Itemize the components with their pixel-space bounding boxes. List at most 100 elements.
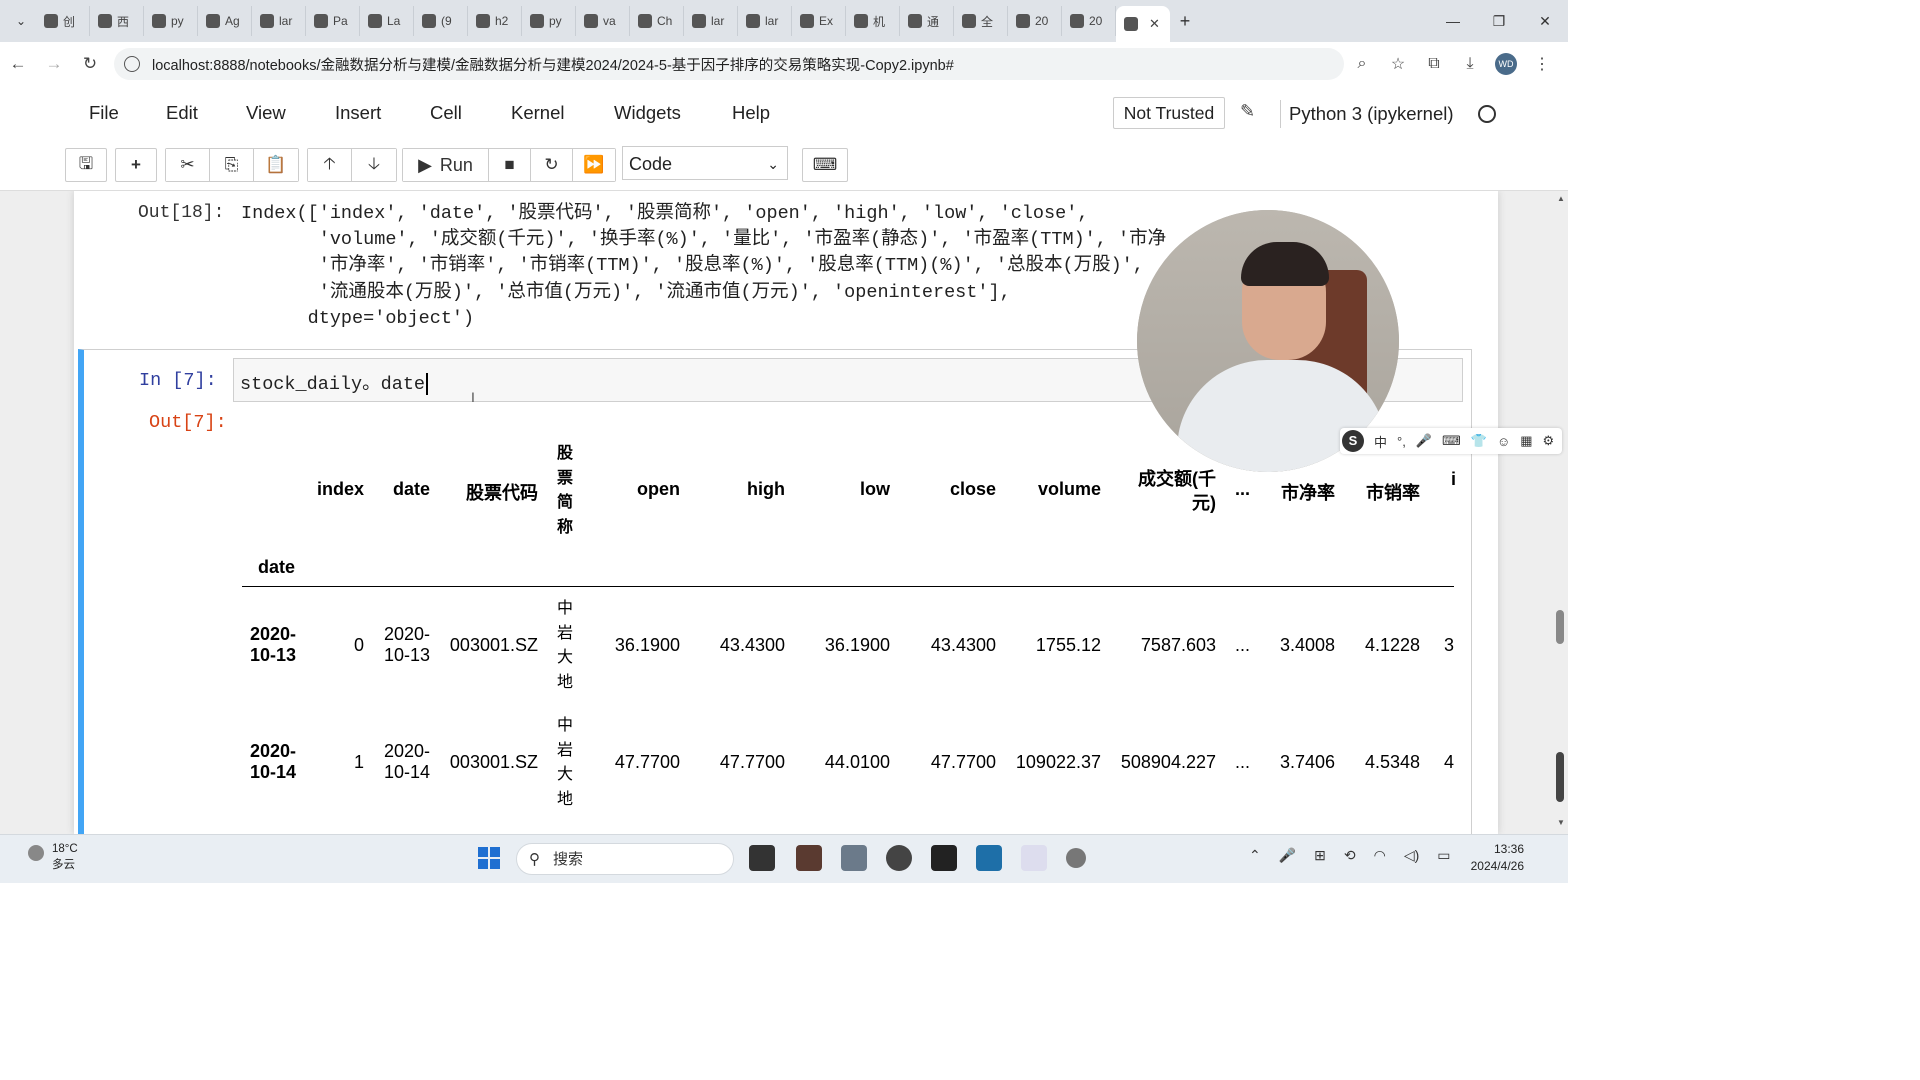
browser-tab[interactable]: 20 [1062,6,1116,36]
browser-tab[interactable]: py [522,6,576,36]
browser-tab[interactable]: 西 [90,6,144,36]
scroll-down-icon[interactable]: ▼ [1557,818,1565,827]
ime-toolbar[interactable]: S 中 °, 🎤 ⌨ 👕 ☺ ▦ ⚙ [1340,428,1562,454]
cell-name: 中岩大地 [556,600,573,691]
copy-icon[interactable]: ⎘ [210,149,254,181]
new-tab-button[interactable]: + [1170,11,1200,32]
tab-title: 20 [1089,14,1103,28]
wps-icon[interactable] [1021,845,1047,871]
keyboard-icon[interactable]: ⌨ [1442,433,1461,449]
url-field[interactable]: localhost:8888/notebooks/金融数据分析与建模/金融数据分… [114,48,1344,80]
browser-tab[interactable]: va [576,6,630,36]
browser-tab[interactable]: Ag [198,6,252,36]
back-icon[interactable]: ← [0,54,36,74]
menu-file[interactable]: File [89,102,119,124]
restart-icon[interactable]: ↻ [531,149,573,181]
vertical-scrollbar[interactable]: ▲ ▼ [1554,192,1566,832]
extensions-icon[interactable]: ⧉ [1416,55,1452,73]
cut-icon[interactable]: ✂ [166,149,210,181]
ime-lang-toggle[interactable]: 中 [1374,432,1387,451]
file-explorer-icon[interactable] [841,845,867,871]
command-palette-icon[interactable]: ⌨ [802,148,848,182]
browser-tab[interactable]: ✕ [1116,6,1170,42]
taskbar-app-icon[interactable] [749,845,775,871]
terminal-icon[interactable] [931,845,957,871]
minimize-icon[interactable]: — [1430,0,1476,42]
chrome-icon[interactable] [886,845,912,871]
restore-icon[interactable]: ❐ [1476,0,1522,42]
menu-edit[interactable]: Edit [166,102,198,124]
browser-tab[interactable]: py [144,6,198,36]
browser-tab[interactable]: 通 [900,6,954,36]
tray-ime-icon[interactable]: ⊞ [1314,847,1326,864]
browser-tab[interactable]: Ex [792,6,846,36]
weather-widget[interactable]: 18°C 多云 [24,841,78,873]
browser-tab[interactable]: lar [252,6,306,36]
close-window-icon[interactable]: ✕ [1522,0,1568,42]
menu-widgets[interactable]: Widgets [614,102,681,124]
tab-title: 全 [981,14,994,29]
battery-icon[interactable]: ▭ [1437,847,1450,864]
browser-tab[interactable]: 创 [36,6,90,36]
volume-icon[interactable]: ◁) [1404,847,1419,864]
scroll-thumb-secondary[interactable] [1556,752,1564,802]
cell-type-select[interactable]: Code ⌄ [622,146,788,180]
kernel-name: Python 3 (ipykernel) [1280,100,1454,128]
close-tab-icon[interactable]: ✕ [1149,16,1160,32]
menu-kernel[interactable]: Kernel [511,102,564,124]
tab-search-icon[interactable]: ⌄ [6,6,36,36]
tray-mic-icon[interactable]: 🎤 [1279,847,1296,864]
menu-insert[interactable]: Insert [335,102,381,124]
site-info-icon[interactable] [124,56,140,72]
menu-cell[interactable]: Cell [430,102,462,124]
scroll-up-icon[interactable]: ▲ [1557,194,1565,203]
menu-view[interactable]: View [246,102,286,124]
skin-icon[interactable]: 👕 [1471,433,1487,449]
reload-icon[interactable]: ↻ [72,54,108,74]
zoom-icon[interactable]: ⌕ [1344,55,1380,73]
bookmark-star-icon[interactable]: ☆ [1380,54,1416,74]
edit-pencil-icon[interactable]: ✎ [1240,101,1255,122]
code-text[interactable]: stock_daily。date [240,369,429,396]
taskbar-search[interactable]: ⚲ 搜索 [516,843,734,875]
paste-icon[interactable]: 📋 [254,149,298,181]
move-up-icon[interactable]: 🡡 [308,149,352,181]
save-icon[interactable]: 🖫 [65,148,107,182]
profile-avatar[interactable]: WD [1495,53,1517,75]
taskbar-clock[interactable]: 13:36 2024/4/26 [1466,841,1524,875]
browser-tab[interactable]: Pa [306,6,360,36]
restart-run-all-icon[interactable]: ⏩ [573,149,615,181]
browser-tab[interactable]: (9 [414,6,468,36]
run-button[interactable]: ▶ Run [403,149,489,181]
tab-title: La [387,14,401,28]
insert-cell-icon[interactable]: + [115,148,157,182]
start-button-icon[interactable] [478,847,500,869]
browser-menu-icon[interactable]: ⋮ [1524,54,1560,74]
browser-tab[interactable]: 机 [846,6,900,36]
settings-gear-icon[interactable]: ⚙ [1543,433,1555,449]
browser-tab[interactable]: La [360,6,414,36]
browser-tab[interactable]: lar [738,6,792,36]
tray-chevron-icon[interactable]: ⌃ [1249,847,1261,864]
browser-tab[interactable]: 全 [954,6,1008,36]
toolbox-icon[interactable]: ▦ [1520,433,1532,449]
trust-status-button[interactable]: Not Trusted [1113,97,1225,129]
wifi-icon[interactable]: ◠ [1374,847,1386,864]
tray-app-icon[interactable]: ⟲ [1344,847,1356,864]
taskbar-app-icon[interactable] [796,845,822,871]
move-down-icon[interactable]: 🡣 [352,149,396,181]
menu-help[interactable]: Help [732,102,770,124]
taskbar-app-icon[interactable] [976,845,1002,871]
scroll-thumb[interactable] [1556,610,1564,644]
interrupt-icon[interactable]: ■ [489,149,531,181]
emoji-icon[interactable]: ☺ [1497,434,1510,449]
browser-tab[interactable]: 20 [1008,6,1062,36]
forward-icon[interactable]: → [36,54,72,74]
browser-tab[interactable]: h2 [468,6,522,36]
microphone-icon[interactable]: 🎤 [1416,433,1432,449]
recorder-icon[interactable] [1066,848,1086,868]
browser-tab[interactable]: lar [684,6,738,36]
punctuation-icon[interactable]: °, [1397,434,1406,449]
browser-tab[interactable]: Ch [630,6,684,36]
download-icon[interactable]: ⤓ [1452,55,1488,73]
